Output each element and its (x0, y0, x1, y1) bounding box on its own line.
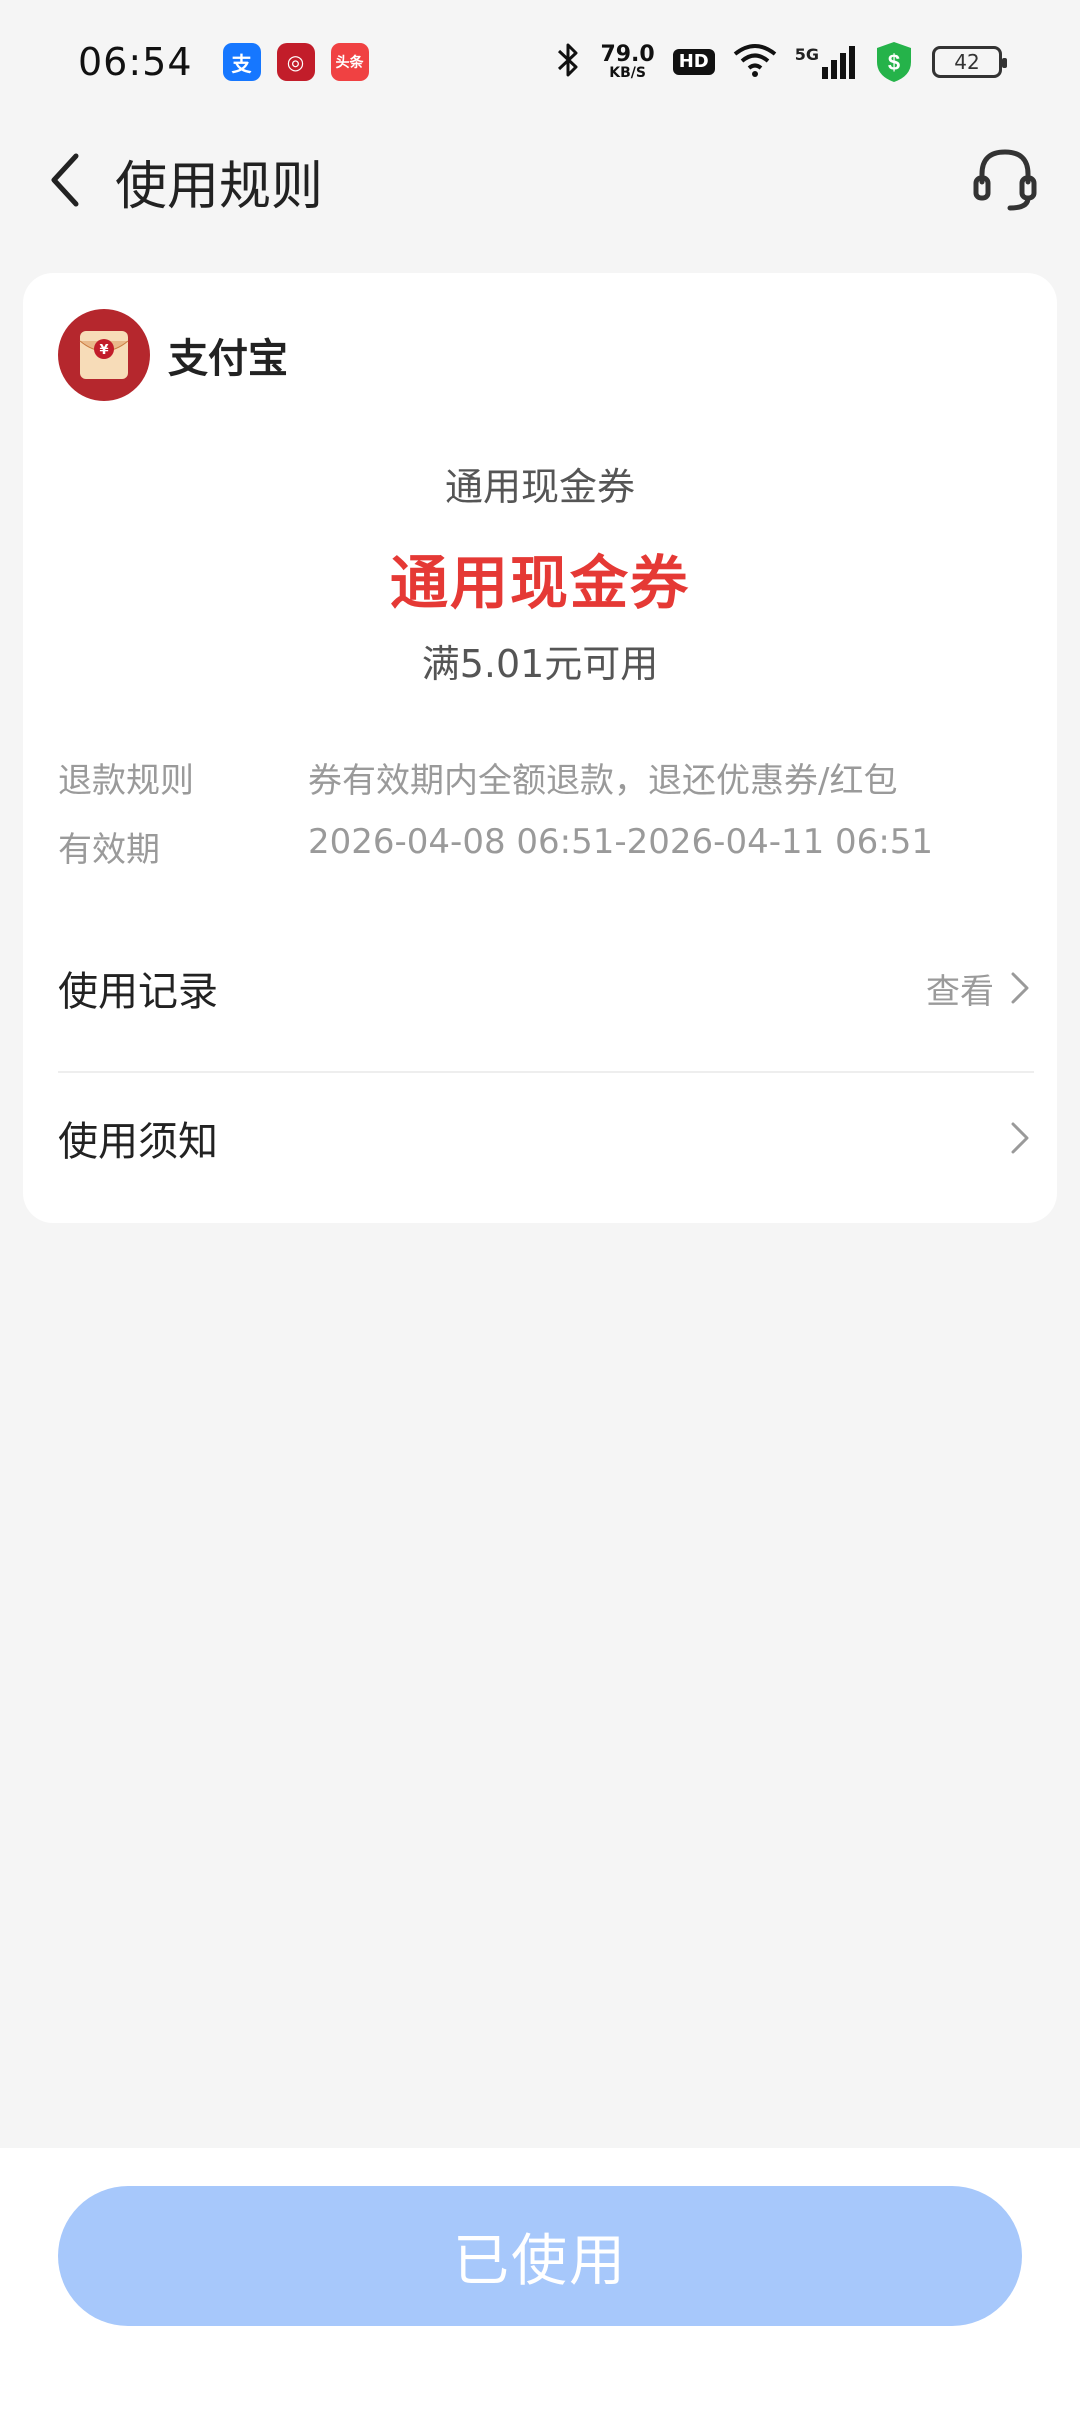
svg-text:¥: ¥ (99, 343, 108, 358)
status-indicators: 79.0 KB/S HD 5G $ 42 (556, 40, 1007, 84)
usage-notice-row[interactable]: 使用须知 (58, 1078, 1034, 1198)
chevron-right-icon (1006, 1118, 1034, 1158)
coupon-subtitle: 通用现金券 (444, 465, 635, 509)
usage-record-row[interactable]: 使用记录 查看 (58, 928, 1034, 1048)
signal-5g-icon: 5G (795, 45, 856, 79)
refund-rule-label: 退款规则 (58, 761, 194, 801)
status-time: 06:54 (78, 40, 193, 84)
boc-app-icon: ◎ (276, 43, 315, 81)
coupon-card: ¥ 支付宝 通用现金券 通用现金券 满5.01元可用 退款规则 券有效期内全额退… (23, 273, 1057, 1223)
used-status-button[interactable]: 已使用 (58, 2186, 1022, 2326)
usage-record-view-link[interactable]: 查看 (926, 964, 994, 1013)
svg-text:$: $ (888, 50, 900, 75)
chevron-left-icon (51, 153, 79, 207)
red-envelope-logo-icon: ¥ (58, 309, 150, 401)
chevron-right-icon (1006, 968, 1034, 1008)
brand-name: 支付宝 (168, 336, 288, 382)
hd-icon: HD (672, 49, 715, 75)
alipay-app-icon: 支 (222, 43, 261, 81)
security-shield-icon: $ (874, 40, 914, 84)
toutiao-app-icon: 头条 (330, 43, 369, 81)
usage-record-label: 使用记录 (58, 969, 218, 1015)
coupon-condition: 满5.01元可用 (421, 642, 659, 686)
wifi-icon (733, 42, 777, 82)
page-title: 使用规则 (115, 157, 324, 217)
network-speed: 79.0 KB/S (600, 42, 655, 81)
brand-row: ¥ 支付宝 (58, 309, 288, 401)
bottom-action-bar: 已使用 (0, 2148, 1080, 2412)
battery-icon: 42 (932, 46, 1007, 78)
usage-notice-label: 使用须知 (58, 1119, 218, 1165)
customer-service-button[interactable] (968, 142, 1042, 216)
validity-value: 2026-04-08 06:51-2026-04-11 06:51 (308, 822, 934, 862)
bluetooth-icon (556, 40, 582, 84)
divider (58, 1071, 1034, 1073)
validity-label: 有效期 (58, 830, 160, 870)
refund-rule-value: 券有效期内全额退款，退还优惠券/红包 (308, 761, 898, 801)
status-bar: 06:54 支 ◎ 头条 79.0 KB/S HD 5G $ 42 (0, 0, 1080, 124)
coupon-title: 通用现金券 (389, 549, 690, 617)
back-button[interactable] (34, 148, 98, 212)
notification-app-icons: 支 ◎ 头条 (222, 43, 369, 81)
page-header: 使用规则 (0, 124, 1080, 234)
headset-icon (973, 149, 1037, 211)
